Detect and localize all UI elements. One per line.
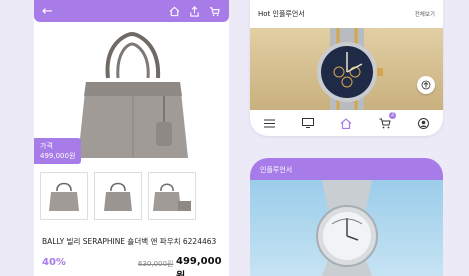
view-all-link[interactable]: 전체보기 (415, 10, 435, 18)
influencer-header: 인플루언서 (250, 158, 443, 180)
silver-watch-banner[interactable] (250, 180, 443, 276)
back-arrow-icon[interactable]: ← (42, 4, 56, 19)
watch-image-silver (315, 180, 378, 276)
product-title: BALLY 빌리 SERAPHINE 숄더백 앤 파우치 6224463 (42, 237, 217, 246)
thumbnail-strip (40, 172, 196, 220)
thumbnail-1[interactable] (40, 172, 88, 220)
influencer-card: 인플루언서 (250, 158, 443, 276)
watch-image (316, 28, 383, 110)
arrow-up-icon (421, 80, 431, 90)
scroll-up-button[interactable] (417, 76, 435, 94)
cart-badge: 2 (389, 112, 397, 119)
sale-price: 499,000원 (176, 256, 222, 276)
thumbnail-2[interactable] (94, 172, 142, 220)
product-detail-screen: ← 가격 499,000원 BALLY 빌리 SERAPHINE 숄더백 앤 파… (34, 0, 229, 276)
price-tag-value: 499,000원 (40, 152, 76, 160)
hot-influencer-card: Hot 인플루언서 전체보기 2 (250, 0, 443, 136)
top-bar: ← (34, 0, 229, 22)
home-icon[interactable] (167, 4, 181, 18)
price-tag-label: 가격 (40, 142, 53, 150)
tv-icon[interactable] (300, 116, 316, 130)
price-tag: 가격 499,000원 (34, 138, 82, 164)
section-title: Hot 인플루언서 (258, 10, 305, 18)
gold-watch-banner[interactable] (250, 28, 443, 110)
share-icon[interactable] (187, 4, 201, 18)
thumbnail-3[interactable] (148, 172, 196, 220)
menu-icon[interactable] (261, 116, 277, 130)
hot-influencer-header: Hot 인플루언서 전체보기 (250, 0, 443, 28)
handbag-image (78, 31, 188, 158)
discount-rate: 40% (42, 257, 66, 268)
cart-icon[interactable] (207, 4, 221, 18)
home-nav-icon[interactable] (338, 116, 354, 130)
bottom-nav: 2 (250, 110, 443, 136)
product-image: 가격 499,000원 (34, 22, 229, 168)
profile-icon[interactable] (416, 116, 432, 130)
original-price: 630,000원 (138, 260, 174, 268)
cart-nav-icon[interactable]: 2 (377, 112, 397, 130)
